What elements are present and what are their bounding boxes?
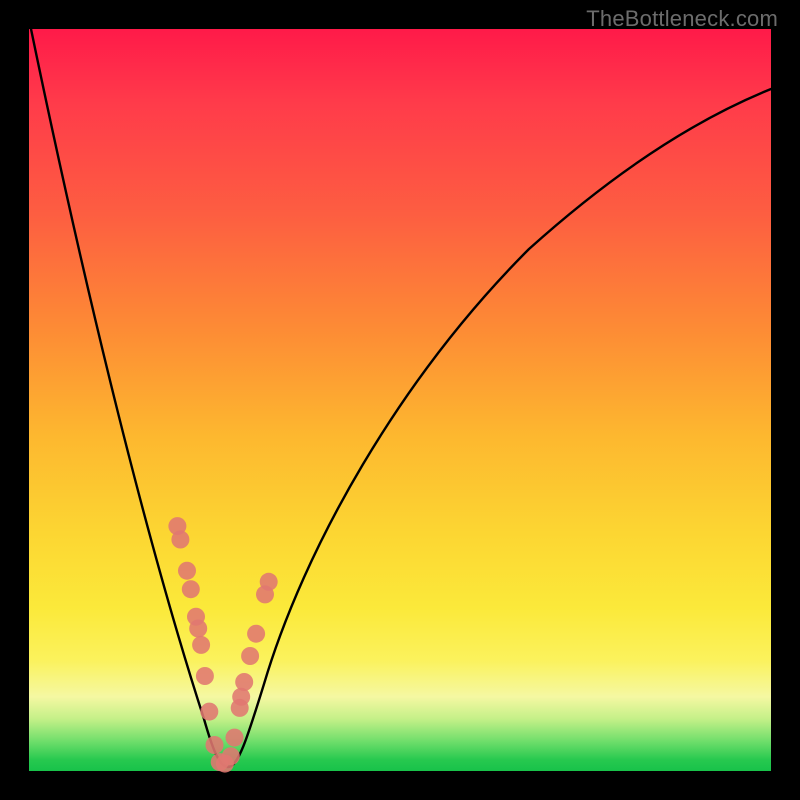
marker-point (241, 647, 259, 665)
marker-points-group (168, 517, 277, 773)
marker-point (222, 747, 240, 765)
marker-point (178, 562, 196, 580)
marker-point (226, 729, 244, 747)
marker-point (232, 688, 250, 706)
marker-point (256, 585, 274, 603)
marker-point (216, 755, 234, 773)
marker-point (192, 636, 210, 654)
marker-point (247, 625, 265, 643)
plot-area (29, 29, 771, 771)
marker-point (189, 620, 207, 638)
chart-svg (29, 29, 771, 771)
marker-point (187, 608, 205, 626)
marker-point (231, 699, 249, 717)
marker-point (260, 573, 278, 591)
marker-point (211, 753, 229, 771)
marker-point (171, 531, 189, 549)
chart-container: TheBottleneck.com (0, 0, 800, 800)
marker-point (168, 517, 186, 535)
marker-point (206, 736, 224, 754)
marker-point (235, 673, 253, 691)
marker-point (200, 703, 218, 721)
bottleneck-curve (31, 29, 771, 767)
marker-point (196, 667, 214, 685)
marker-point (182, 580, 200, 598)
